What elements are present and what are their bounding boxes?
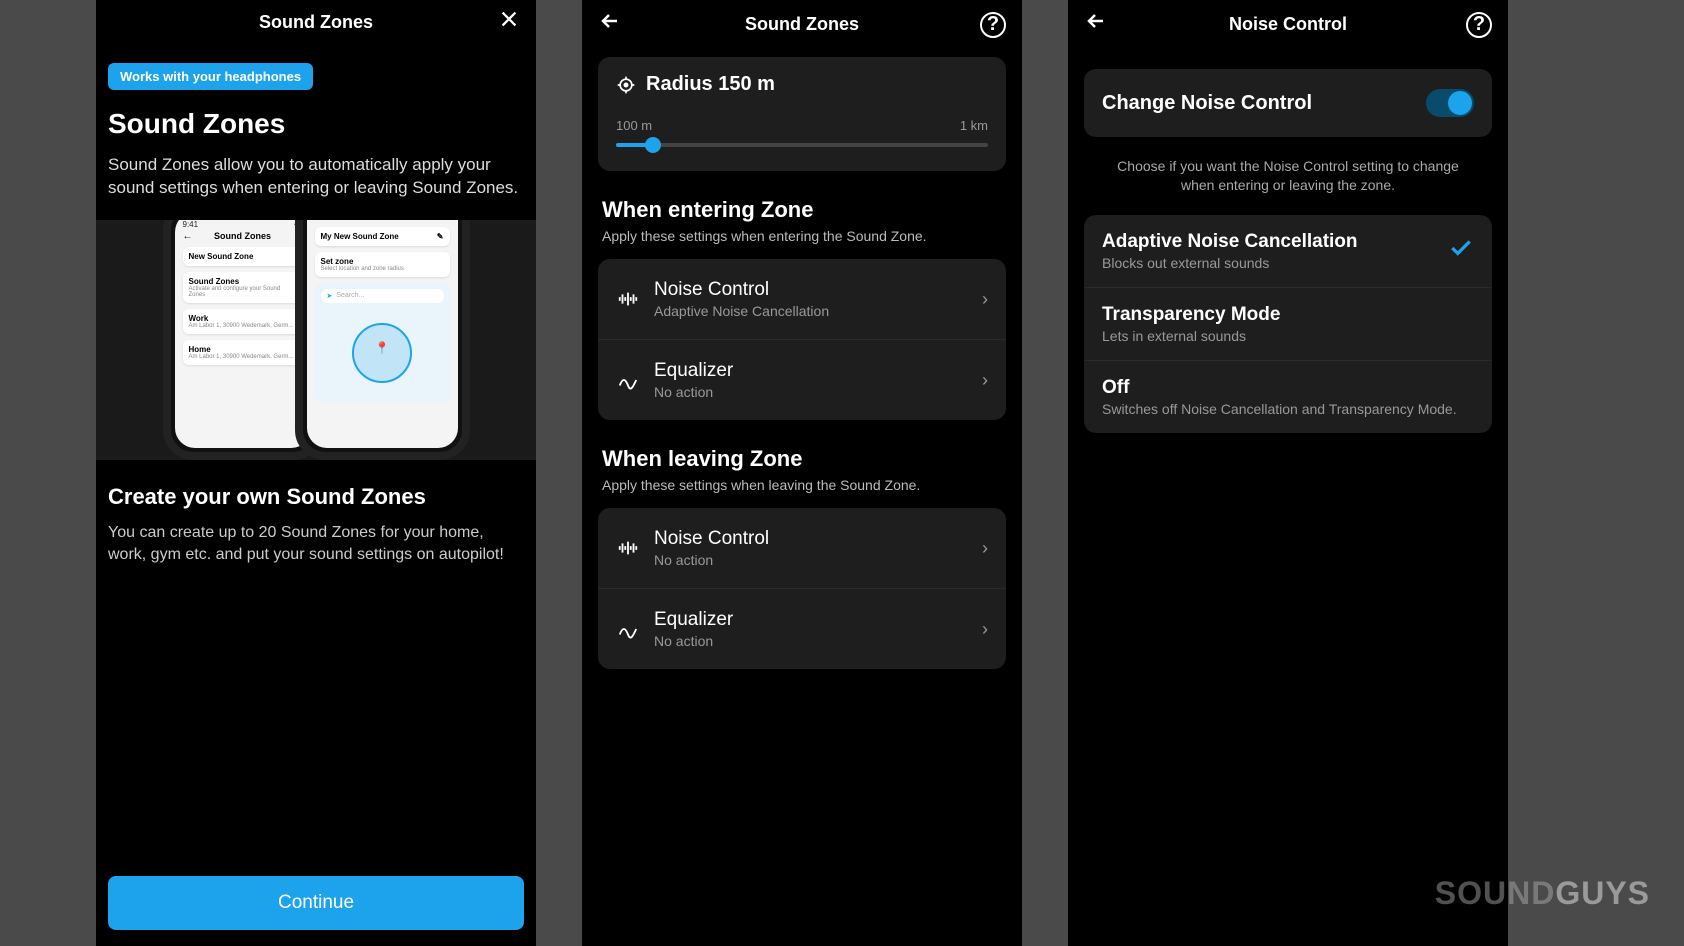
toggle-label: Change Noise Control	[1102, 92, 1312, 115]
slider-max: 1 km	[960, 118, 988, 133]
option-transparency[interactable]: Transparency Mode Lets in external sound…	[1084, 288, 1492, 361]
target-icon	[616, 75, 636, 95]
location-icon: ➤	[327, 292, 333, 300]
help-icon[interactable]: ?	[980, 12, 1006, 38]
header-title: Noise Control	[1229, 14, 1347, 35]
chevron-right-icon: ›	[982, 619, 988, 640]
page-title: Sound Zones	[108, 108, 524, 140]
header: Sound Zones ?	[582, 0, 1022, 49]
change-noise-toggle[interactable]	[1426, 89, 1474, 117]
header-title: Sound Zones	[745, 14, 859, 35]
edit-icon: ✎	[437, 232, 444, 241]
screen-zone-settings: Sound Zones ? Radius 150 m 100 m 1 km Wh…	[582, 0, 1022, 946]
watermark: SOUNDGUYS	[1435, 875, 1650, 912]
screen-noise-control: Noise Control ? Change Noise Control Cho…	[1068, 0, 1508, 946]
mock-phone-right: 9:41••• ←Sound Zones? My New Sound Zone✎…	[295, 220, 470, 460]
equalizer-icon	[616, 369, 640, 391]
radius-card: Radius 150 m 100 m 1 km	[598, 57, 1006, 171]
check-icon	[1448, 235, 1474, 268]
change-noise-toggle-row: Change Noise Control	[1084, 69, 1492, 137]
noise-icon	[616, 537, 640, 559]
helper-text: Choose if you want the Noise Control set…	[1108, 157, 1468, 195]
intro-text: Sound Zones allow you to automatically a…	[108, 154, 524, 200]
option-off[interactable]: Off Switches off Noise Cancellation and …	[1084, 361, 1492, 433]
help-icon[interactable]: ?	[1466, 12, 1492, 38]
compatibility-badge: Works with your headphones	[108, 63, 313, 90]
radius-slider[interactable]	[616, 143, 988, 147]
row-equalizer[interactable]: EqualizerNo action ›	[598, 340, 1006, 420]
entering-section-header: When entering Zone Apply these settings …	[602, 197, 1002, 245]
noise-icon	[616, 288, 640, 310]
hero-illustration: 9:41••• ←Sound Zones? New Sound Zone Sou…	[96, 220, 536, 460]
continue-button[interactable]: Continue	[108, 876, 524, 930]
header: Noise Control ?	[1068, 0, 1508, 49]
equalizer-icon	[616, 618, 640, 640]
chevron-right-icon: ›	[982, 538, 988, 559]
help-icon: ?	[444, 220, 450, 221]
slider-thumb[interactable]	[645, 137, 661, 153]
header: Sound Zones	[96, 0, 536, 45]
body-text: You can create up to 20 Sound Zones for …	[108, 522, 524, 567]
row-noise-control[interactable]: Noise ControlNo action ›	[598, 508, 1006, 589]
back-arrow-icon: ←	[315, 220, 325, 222]
noise-mode-list: Adaptive Noise Cancellation Blocks out e…	[1084, 215, 1492, 433]
close-icon[interactable]	[498, 8, 520, 37]
chevron-right-icon: ›	[982, 289, 988, 310]
radius-label: Radius 150 m	[646, 73, 775, 96]
entering-list: Noise ControlAdaptive Noise Cancellation…	[598, 259, 1006, 420]
subheading: Create your own Sound Zones	[108, 484, 524, 510]
option-anc[interactable]: Adaptive Noise Cancellation Blocks out e…	[1084, 215, 1492, 288]
back-icon[interactable]	[598, 9, 622, 40]
map-pin-icon: 📍	[375, 341, 390, 355]
leaving-section-header: When leaving Zone Apply these settings w…	[602, 446, 1002, 494]
chevron-right-icon: ›	[982, 370, 988, 391]
slider-min: 100 m	[616, 118, 652, 133]
back-arrow-icon: ←	[183, 231, 193, 242]
screen-intro: Sound Zones Works with your headphones S…	[96, 0, 536, 946]
leaving-list: Noise ControlNo action › EqualizerNo act…	[598, 508, 1006, 669]
back-icon[interactable]	[1084, 9, 1108, 40]
row-noise-control[interactable]: Noise ControlAdaptive Noise Cancellation…	[598, 259, 1006, 340]
header-title: Sound Zones	[259, 12, 373, 33]
row-equalizer[interactable]: EqualizerNo action ›	[598, 589, 1006, 669]
